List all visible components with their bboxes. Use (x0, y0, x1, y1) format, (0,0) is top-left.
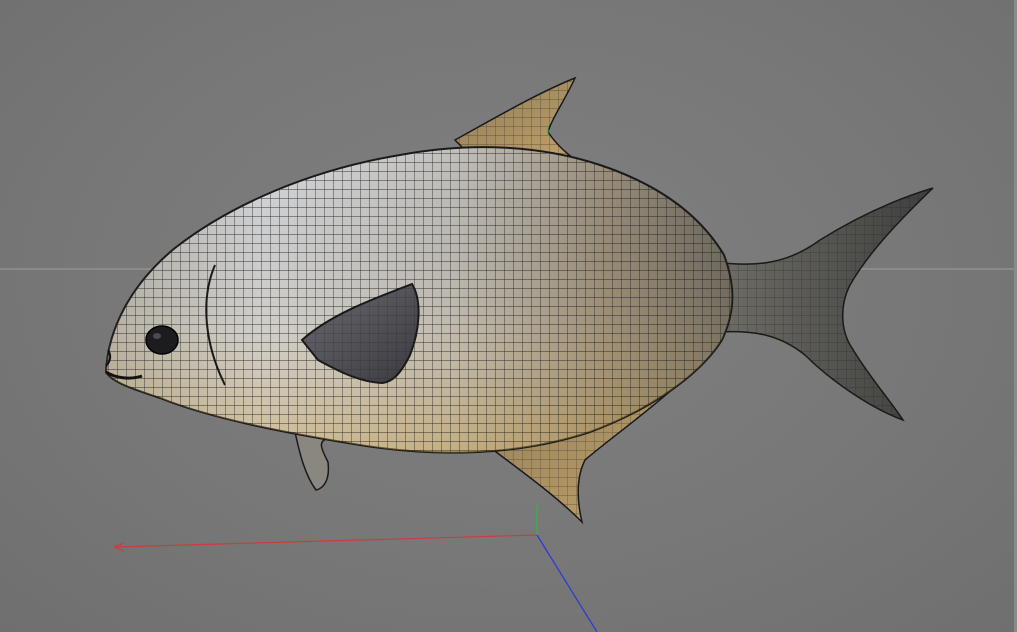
pelvic-fin (294, 431, 331, 491)
3d-viewport[interactable] (0, 0, 1017, 632)
mesh-wireframe (106, 147, 733, 453)
x-axis-line (113, 534, 538, 548)
viewport-scene[interactable] (0, 0, 1017, 632)
z-axis-line (536, 534, 598, 632)
fish-eye (145, 325, 179, 355)
